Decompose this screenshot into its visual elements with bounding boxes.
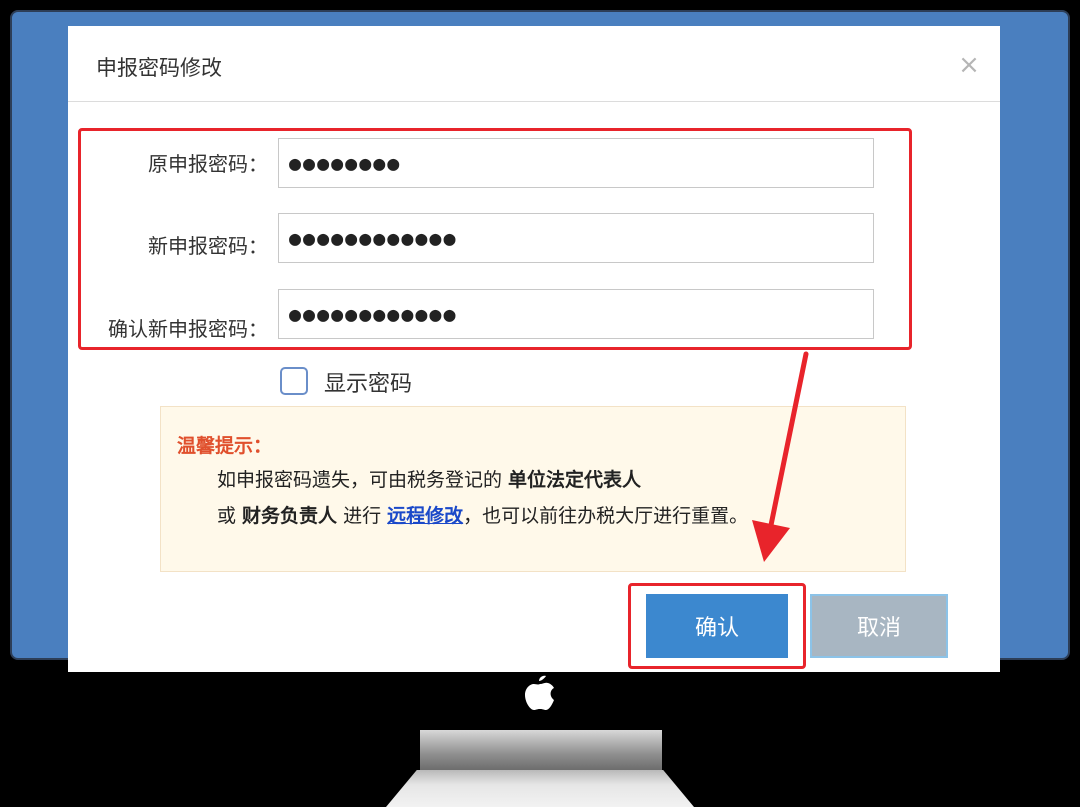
tips-line-2-suffix: ，也可以前往办税大厅进行重置。 <box>463 505 749 527</box>
tips-line-2-prefix: 或 <box>217 505 243 527</box>
new-password-label: 新申报密码： <box>148 234 268 258</box>
apple-logo-icon <box>525 675 554 710</box>
tips-title: 温馨提示： <box>177 435 273 457</box>
confirm-button[interactable]: 确认 <box>646 594 788 658</box>
tips-line-1: 如申报密码遗失，可由税务登记的 单位法定代表人 <box>217 465 641 492</box>
cancel-button[interactable]: 取消 <box>810 594 948 658</box>
confirm-password-input[interactable]: ●●●●●●●●●●●● <box>278 289 874 339</box>
tips-line-1-text: 如申报密码遗失，可由税务登记的 <box>217 469 509 491</box>
monitor-screen: 申报密码修改 × 原申报密码： ●●●●●●●● 新申报密码： ●●●●●●●●… <box>10 10 1070 672</box>
monitor-stand-neck <box>420 730 662 770</box>
show-password-label[interactable]: 显示密码 <box>324 366 412 398</box>
show-password-checkbox[interactable] <box>280 367 308 395</box>
tips-line-2: 或 财务负责人 进行 远程修改，也可以前往办税大厅进行重置。 <box>217 501 748 528</box>
old-password-input[interactable]: ●●●●●●●● <box>278 138 874 188</box>
tips-legal-rep: 单位法定代表人 <box>508 469 642 491</box>
remote-modify-link[interactable]: 远程修改 <box>387 505 463 527</box>
new-password-input[interactable]: ●●●●●●●●●●●● <box>278 213 874 263</box>
dialog-header: 申报密码修改 × <box>68 26 1000 102</box>
tips-line-2-middle: 进行 <box>337 505 388 527</box>
monitor-stand-base <box>386 770 694 807</box>
close-icon[interactable]: × <box>958 52 980 78</box>
tips-box: 温馨提示： 如申报密码遗失，可由税务登记的 单位法定代表人 或 财务负责人 进行… <box>160 406 906 572</box>
confirm-password-label: 确认新申报密码： <box>108 317 268 341</box>
password-change-dialog: 申报密码修改 × 原申报密码： ●●●●●●●● 新申报密码： ●●●●●●●●… <box>68 26 1000 672</box>
tips-finance-head: 财务负责人 <box>242 505 338 527</box>
dialog-title: 申报密码修改 <box>96 56 222 80</box>
old-password-label: 原申报密码： <box>148 152 268 176</box>
